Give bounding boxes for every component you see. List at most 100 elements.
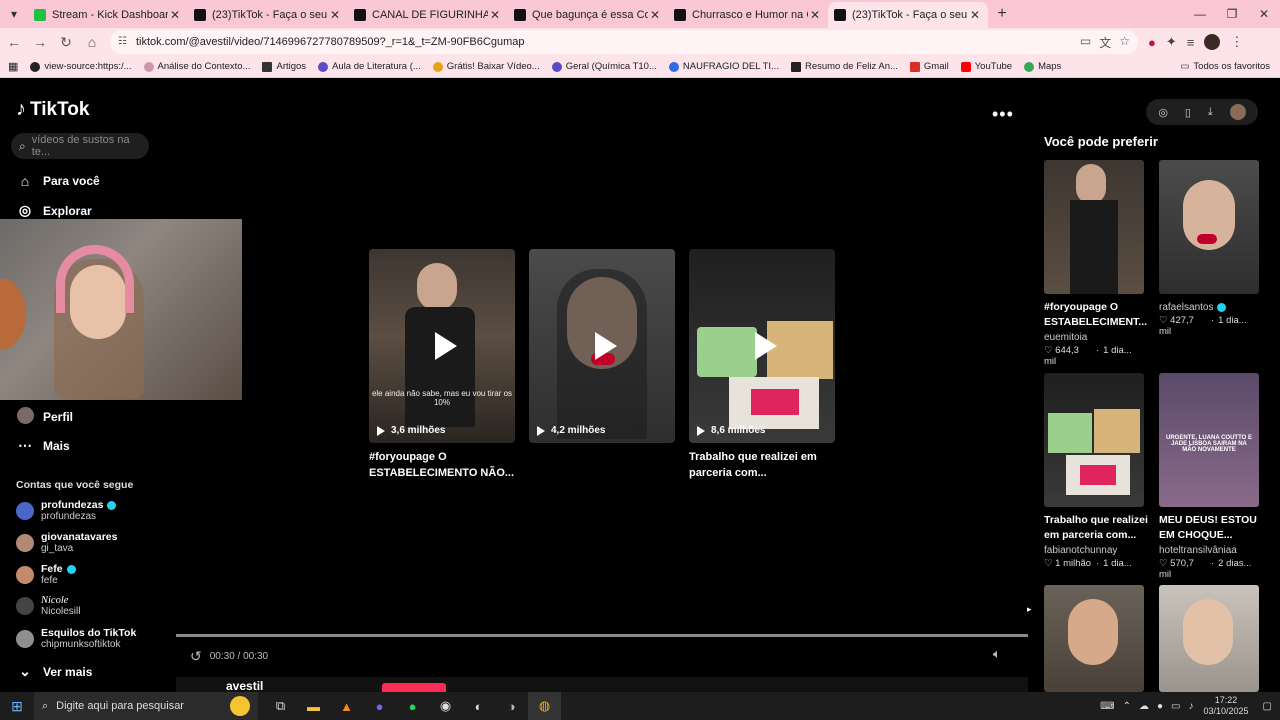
recommended-title[interactable]: #foryoupage O ESTABELECIMENT... xyxy=(1044,300,1156,330)
followed-account[interactable]: giovanatavares gi_tava xyxy=(16,531,117,554)
download-icon[interactable]: ⤓ xyxy=(1208,106,1213,119)
nav-for-you[interactable]: ⌂ Para você xyxy=(16,173,100,189)
recommended-card[interactable]: URGENTE, LUANA COUTTO E JADE LISBOA SAIR… xyxy=(1159,373,1259,507)
bookmark-item[interactable]: Gmail xyxy=(909,61,949,72)
profile-avatar-icon[interactable] xyxy=(1204,34,1221,50)
speaker-icon[interactable]: ♪ xyxy=(1189,701,1194,712)
nav-explore[interactable]: ◎ Explorar xyxy=(16,202,92,219)
close-tab-icon[interactable]: ✕ xyxy=(488,8,502,22)
bookmark-item[interactable]: YouTube xyxy=(960,61,1012,72)
chrome-icon[interactable]: ◍ xyxy=(528,692,561,720)
restore-icon[interactable]: ❐ xyxy=(1216,0,1248,28)
steam-icon[interactable]: ◑ xyxy=(495,692,528,720)
followed-account[interactable]: Fefe fefe xyxy=(16,563,76,586)
site-info-icon[interactable]: ☷ xyxy=(118,36,130,48)
close-tab-icon[interactable]: ✕ xyxy=(808,8,822,22)
followed-account[interactable]: Nicole Nicolesill xyxy=(16,595,80,617)
bookmark-item[interactable]: Resumo de Feliz An... xyxy=(790,61,898,72)
bookmark-item[interactable]: Maps xyxy=(1024,61,1061,72)
chevron-up-icon[interactable]: ⌃ xyxy=(1123,701,1131,712)
microphone-icon[interactable]: ● xyxy=(1157,701,1163,712)
obs-icon[interactable]: ◉ xyxy=(429,692,462,720)
taskbar-search-input[interactable]: ⌕ Digite aqui para pesquisar xyxy=(34,692,258,720)
tab-search-icon[interactable]: ▾ xyxy=(0,0,28,28)
gift-icon[interactable]: ◎ xyxy=(1158,106,1168,119)
user-avatar-icon[interactable] xyxy=(1229,104,1246,120)
kebab-menu-icon[interactable]: ⋮ xyxy=(1230,34,1243,50)
video-progress-bar[interactable] xyxy=(176,634,1028,637)
recommended-card[interactable] xyxy=(1159,585,1259,692)
close-tab-icon[interactable]: ✕ xyxy=(968,8,982,22)
back-icon[interactable]: ← xyxy=(2,30,26,54)
close-tab-icon[interactable]: ✕ xyxy=(648,8,662,22)
follow-button[interactable] xyxy=(382,683,446,692)
recommended-card[interactable] xyxy=(1044,585,1144,692)
extensions-puzzle-icon[interactable]: ✦ xyxy=(1166,34,1177,50)
media-control-icon[interactable]: ≡ xyxy=(1187,35,1195,50)
bookmark-item[interactable]: Grátis! Baixar Vídeo... xyxy=(432,61,540,72)
author-name[interactable]: avestil xyxy=(226,679,263,692)
tab-churrasco[interactable]: Churrasco e Humor na Cultura ✕ xyxy=(668,2,828,28)
followed-account[interactable]: profundezas profundezas xyxy=(16,499,117,522)
windows-start-icon[interactable]: ⊞ xyxy=(0,698,34,715)
bookmark-item[interactable]: view-source:https:/... xyxy=(30,61,132,72)
tiktok-logo[interactable]: ♪ TikTok xyxy=(16,98,89,121)
search-input[interactable]: ⌕ vídeos de sustos na te... xyxy=(11,133,149,159)
tab-coringa[interactable]: Que bagunça é essa Coringa ✕ xyxy=(508,2,668,28)
video-title[interactable]: Trabalho que realizei em parceria com... xyxy=(689,449,835,481)
video-card[interactable]: 4,2 milhões xyxy=(529,249,675,443)
forward-icon[interactable]: → xyxy=(28,30,52,54)
bookmark-item[interactable]: Aula de Literatura (... xyxy=(318,61,421,72)
bookmark-item[interactable]: NAUFRAGIO DEL TI... xyxy=(668,61,779,72)
recommended-card[interactable] xyxy=(1044,160,1144,294)
tab-tiktok-1[interactable]: (23)TikTok - Faça o seu dia ✕ xyxy=(188,2,348,28)
nav-profile[interactable]: Perfil xyxy=(16,407,73,427)
translate-icon[interactable]: 文 xyxy=(1099,34,1111,51)
home-icon[interactable]: ⌂ xyxy=(80,30,104,54)
recommended-author[interactable]: hoteltransilvâniaa xyxy=(1159,545,1237,556)
weather-sun-icon[interactable] xyxy=(230,696,250,716)
spotify-icon[interactable]: ● xyxy=(396,692,429,720)
recommended-title[interactable]: Trabalho que realizei em parceria com... xyxy=(1044,513,1156,543)
more-options-icon[interactable]: ••• xyxy=(992,104,1014,125)
reload-icon[interactable]: ↻ xyxy=(54,30,78,54)
apps-grid-icon[interactable]: ▦ xyxy=(8,60,18,73)
replay-icon[interactable]: ↺ xyxy=(190,648,202,665)
new-tab-button[interactable]: + xyxy=(988,5,1016,23)
close-tab-icon[interactable]: ✕ xyxy=(168,8,182,22)
file-explorer-icon[interactable]: ▬ xyxy=(297,692,330,720)
recommended-author[interactable]: euemitoia xyxy=(1044,332,1087,343)
install-app-icon[interactable]: ▭ xyxy=(1080,34,1091,51)
keyboard-icon[interactable]: ⌨ xyxy=(1100,701,1114,712)
bookmark-item[interactable]: Artigos xyxy=(262,61,306,72)
tab-tiktok-active[interactable]: (23)TikTok - Faça o seu dia ✕ xyxy=(828,2,988,28)
recommended-title[interactable]: MEU DEUS! ESTOU EM CHOQUE... xyxy=(1159,513,1271,543)
bookmark-item[interactable]: Geral (Química T10... xyxy=(551,61,657,72)
bookmark-item[interactable]: Análise do Contexto... xyxy=(143,61,250,72)
extension-red-icon[interactable]: ● xyxy=(1148,35,1156,50)
app-c-icon[interactable]: ◐ xyxy=(462,692,495,720)
see-more-button[interactable]: ⌄ Ver mais xyxy=(16,663,92,680)
followed-account[interactable]: Esquilos do TikTok chipmunksoftiktok xyxy=(16,627,136,650)
cloud-icon[interactable]: ☁ xyxy=(1139,701,1149,712)
task-view-icon[interactable]: ⧉ xyxy=(264,692,297,720)
minimize-icon[interactable]: — xyxy=(1184,0,1216,28)
close-tab-icon[interactable]: ✕ xyxy=(328,8,342,22)
all-bookmarks[interactable]: ▭ Todos os favoritos xyxy=(1180,61,1270,72)
tab-kick-dashboard[interactable]: Stream - Kick Dashboard ✕ xyxy=(28,2,188,28)
volume-icon[interactable]: 🔈︎ xyxy=(993,646,1001,662)
video-card[interactable]: 8,6 milhões xyxy=(689,249,835,443)
bookmark-star-icon[interactable]: ☆ xyxy=(1119,34,1130,51)
app-purple-icon[interactable]: ● xyxy=(363,692,396,720)
video-card[interactable]: ele ainda não sabe, mas eu vou tirar os … xyxy=(369,249,515,443)
recommended-card[interactable] xyxy=(1159,160,1259,294)
app-orange-icon[interactable]: ▲ xyxy=(330,692,363,720)
clock[interactable]: 17:22 03/10/2025 xyxy=(1204,695,1249,717)
recommended-card[interactable] xyxy=(1044,373,1144,507)
recommended-author[interactable]: fabianotchunnay xyxy=(1044,545,1117,556)
nav-more[interactable]: ⋯ Mais xyxy=(16,437,70,454)
recommended-author[interactable]: rafaelsantos xyxy=(1159,302,1227,313)
notifications-icon[interactable]: ▢ xyxy=(1263,701,1272,712)
network-icon[interactable]: ▭ xyxy=(1171,701,1180,712)
video-title[interactable]: #foryoupage O ESTABELECIMENTO NÃO... xyxy=(369,449,515,481)
